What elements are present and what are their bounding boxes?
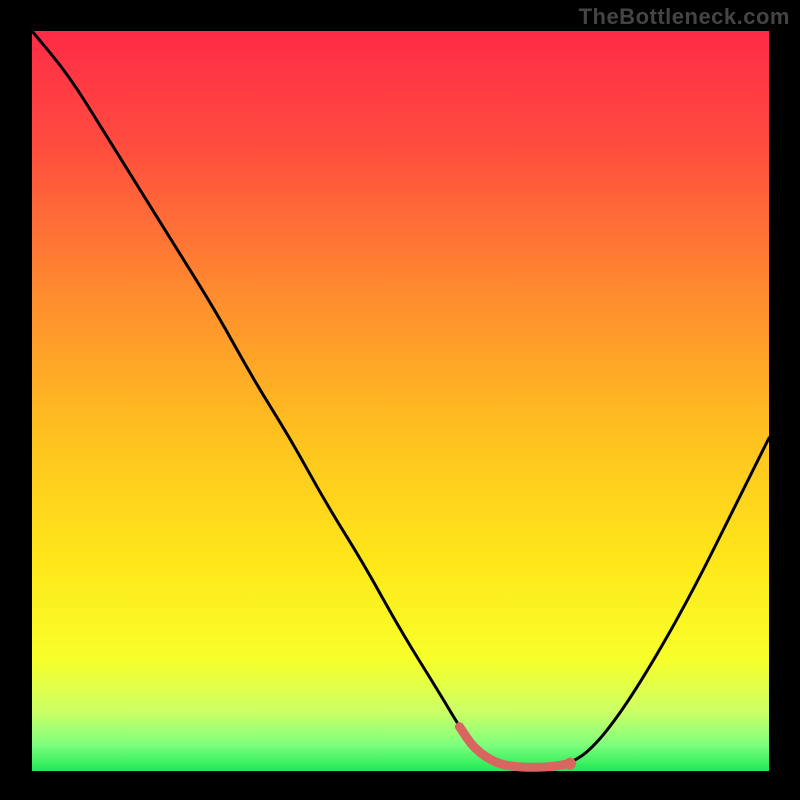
watermark-text: TheBottleneck.com: [579, 4, 790, 30]
optimal-point-marker: [564, 758, 576, 770]
bottleneck-curve-chart: [0, 0, 800, 800]
plot-background: [32, 31, 769, 771]
chart-frame: TheBottleneck.com: [0, 0, 800, 800]
